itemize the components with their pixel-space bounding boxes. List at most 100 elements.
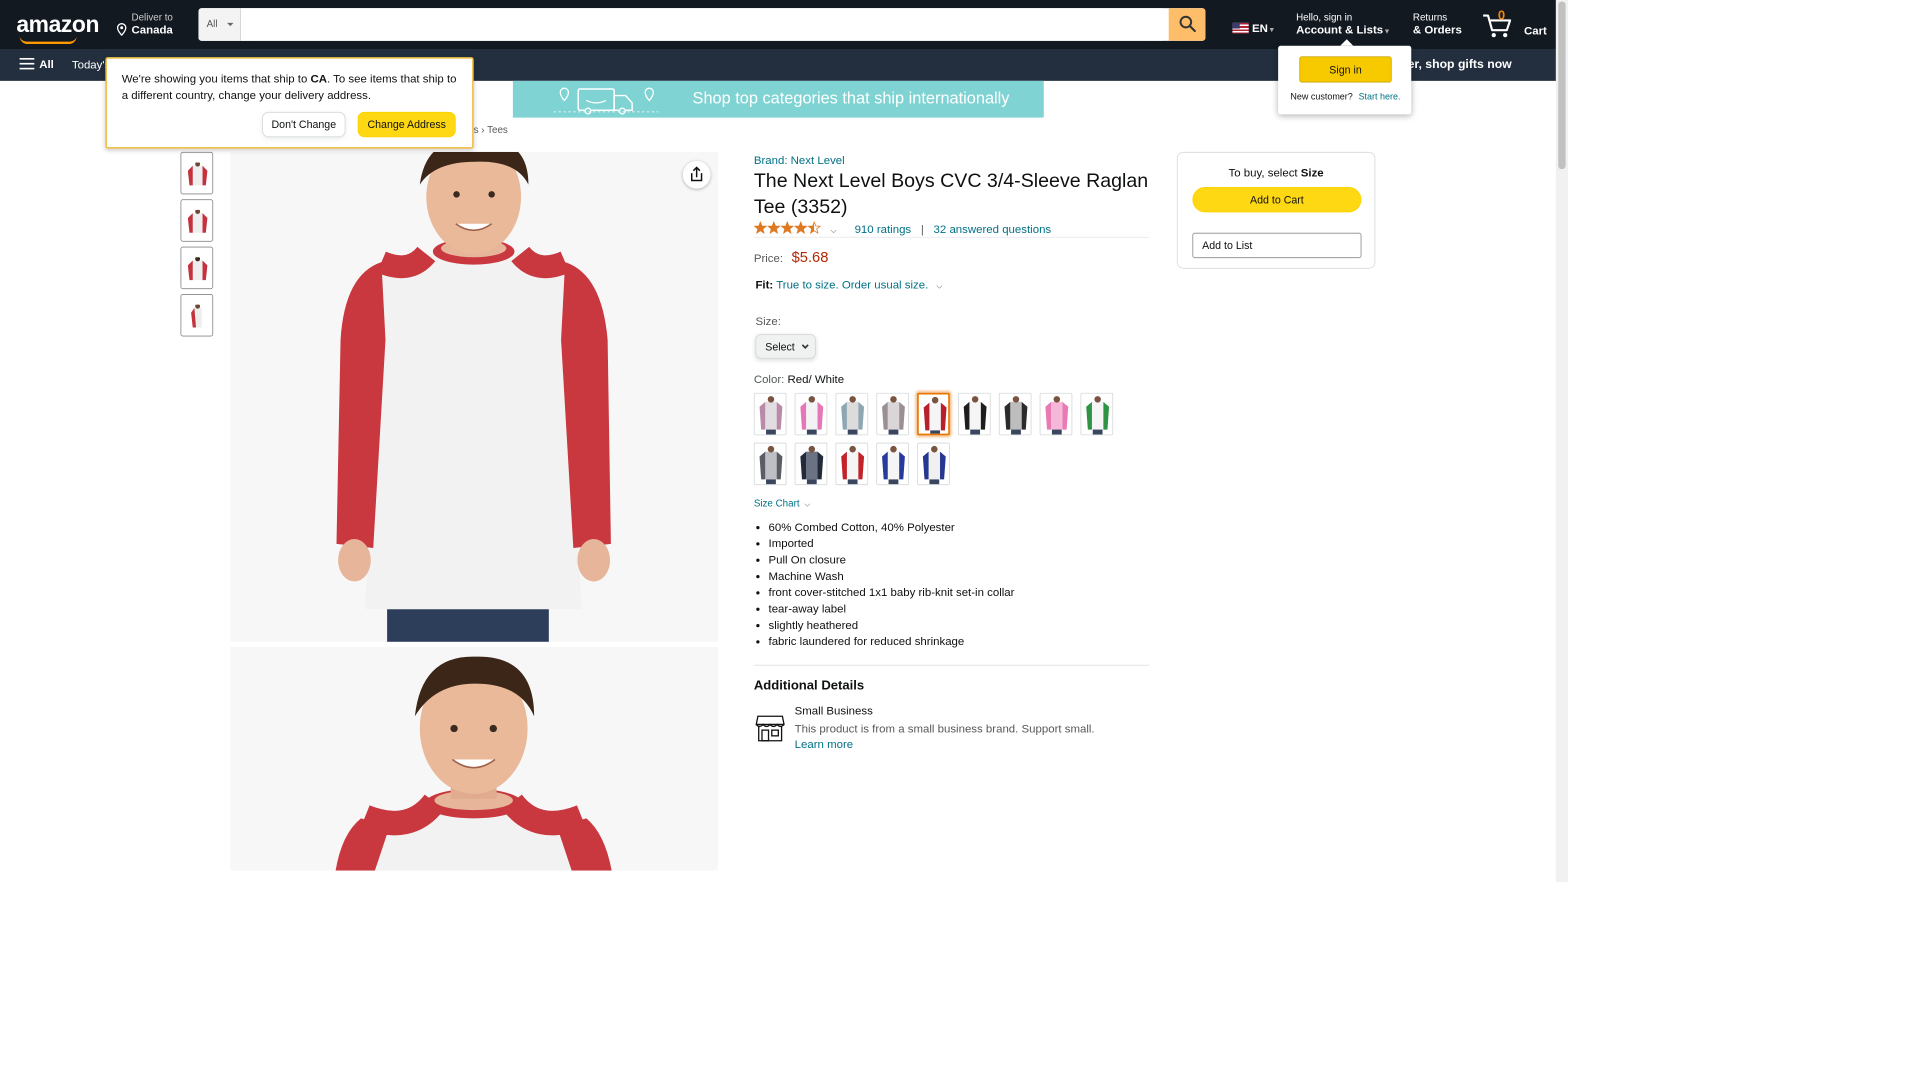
shirt-swatch-icon (841, 396, 865, 435)
add-to-cart-button[interactable]: Add to Cart (1192, 187, 1362, 213)
product-title: The Next Level Boys CVC 3/4-Sleeve Ragla… (753, 169, 1149, 219)
color-swatch[interactable] (753, 392, 787, 436)
change-address-button[interactable]: Change Address (357, 111, 456, 138)
color-swatch[interactable] (794, 442, 828, 486)
new-customer-label: New customer? (1290, 92, 1353, 103)
top-nav: amazon Deliver to Canada All EN ▾ Hello,… (0, 0, 1569, 50)
shirt-swatch-icon (800, 445, 824, 485)
shirt-swatch-icon (923, 396, 947, 434)
logo-text: amazon (16, 11, 100, 37)
dont-change-button[interactable]: Don't Change (262, 111, 346, 138)
search-button[interactable] (1168, 8, 1206, 41)
secondary-product-image[interactable] (230, 646, 718, 871)
breadcrumb-tail[interactable]: s › Tees (474, 124, 508, 135)
color-row: Color: Red/ White (754, 372, 844, 385)
shirt-swatch-icon (963, 396, 987, 435)
buy-box-title: To buy, select Size (1178, 166, 1375, 179)
color-swatch[interactable] (835, 442, 869, 486)
search-category-dropdown[interactable]: All (198, 8, 241, 41)
account-lists[interactable]: Hello, sign in Account & Lists ▾ (1296, 11, 1389, 36)
flyout-arrow (1340, 39, 1354, 46)
location-pin-icon (116, 23, 127, 36)
shirt-thumbnail-icon (191, 304, 202, 328)
star-icon (807, 220, 822, 234)
language-label: EN (1252, 21, 1268, 35)
color-swatch[interactable] (917, 392, 950, 436)
color-swatch[interactable] (876, 392, 909, 436)
thumbnail-2[interactable] (180, 199, 214, 242)
search-icon (1179, 15, 1196, 32)
color-swatch[interactable] (957, 392, 991, 436)
divider (753, 664, 1150, 666)
buy-box: To buy, select Size Add to Cart Add to L… (1176, 151, 1376, 269)
color-swatch[interactable] (835, 392, 869, 436)
size-dropdown[interactable]: Select (755, 334, 816, 359)
small-business-description: This product is from a small business br… (794, 721, 1095, 736)
deliver-country: Canada (131, 22, 173, 36)
chevron-down-icon[interactable]: ⌵ (830, 226, 836, 235)
cart-link[interactable]: 0 Cart (1481, 7, 1555, 43)
list-item: slightly heathered (769, 617, 1015, 633)
account-greeting: Hello, sign in (1296, 11, 1353, 23)
new-customer-row: New customer? Start here. (1290, 92, 1400, 102)
star-rating-icon[interactable] (753, 220, 822, 237)
ship-to-popover: We're showing you items that ship to CA.… (105, 57, 474, 149)
list-item: Machine Wash (769, 568, 1015, 584)
color-swatch[interactable] (917, 442, 950, 486)
list-item: tear-away label (769, 600, 1015, 616)
brand-link[interactable]: Brand: Next Level (754, 154, 845, 167)
language-selector[interactable]: EN ▾ (1232, 21, 1274, 35)
deliver-to[interactable]: Deliver to Canada (116, 11, 173, 36)
shirt-swatch-icon (1004, 396, 1028, 435)
search-bar: All (198, 8, 1206, 41)
buy-box-title-prefix: To buy, select (1228, 165, 1301, 179)
price-label: Price: (753, 251, 784, 265)
color-label: Color: (753, 372, 785, 386)
answered-questions-link[interactable]: 32 answered questions (934, 222, 1052, 235)
boy-raglan-tee-image (230, 151, 718, 642)
signin-button[interactable]: Sign in (1299, 56, 1392, 83)
color-swatch[interactable] (998, 392, 1032, 436)
thumbnail-4[interactable] (180, 294, 214, 337)
all-menu-button[interactable]: All (19, 57, 54, 70)
star-icon (766, 220, 781, 234)
amazon-logo[interactable]: amazon (16, 11, 100, 45)
hamburger-icon (19, 57, 35, 70)
size-chart-link[interactable]: Size Chart ⌵ (754, 497, 810, 508)
price-row: Price: $5.68 (754, 249, 829, 266)
ship-country-code: CA (310, 71, 328, 85)
shirt-swatch-icon (759, 396, 783, 435)
color-value: Red/ White (787, 372, 845, 386)
learn-more-link[interactable]: Learn more (795, 737, 853, 750)
chevron-down-icon[interactable]: ⌵ (936, 282, 942, 291)
search-input[interactable] (240, 8, 1163, 41)
page: amazon Deliver to Canada All EN ▾ Hello,… (0, 0, 1569, 883)
fit-label: Fit: (755, 277, 774, 291)
caret-down-icon: ▾ (1267, 25, 1274, 34)
color-swatch[interactable] (876, 442, 909, 486)
ratings-count-link[interactable]: 910 ratings (855, 222, 912, 235)
shirt-swatch-icon (759, 445, 783, 485)
page-scrollbar[interactable] (1555, 0, 1569, 883)
main-product-image[interactable] (230, 151, 718, 642)
fit-value-link[interactable]: True to size. Order usual size. (776, 278, 928, 291)
add-to-list-button[interactable]: Add to List (1192, 232, 1362, 259)
color-swatch[interactable] (1080, 392, 1114, 436)
star-icon (753, 220, 768, 234)
chevron-down-icon (801, 341, 809, 349)
cart-count: 0 (1497, 8, 1506, 23)
scrollbar-thumb[interactable] (1558, 1, 1566, 170)
returns-orders[interactable]: Returns & Orders (1413, 11, 1462, 36)
color-swatch[interactable] (753, 442, 787, 486)
color-swatch[interactable] (1039, 392, 1073, 436)
start-here-link[interactable]: Start here. (1359, 92, 1401, 102)
international-shipping-banner[interactable]: Shop top categories that ship internatio… (512, 80, 1044, 118)
list-item: 60% Combed Cotton, 40% Polyester (769, 519, 1015, 535)
color-swatch[interactable] (794, 392, 828, 436)
thumbnail-3[interactable] (180, 246, 214, 290)
shirt-swatch-icon (800, 396, 824, 435)
breadcrumb[interactable]: s › Tees (474, 124, 508, 135)
share-button[interactable] (682, 160, 711, 189)
size-chart-label: Size Chart (753, 497, 800, 509)
thumbnail-1[interactable] (180, 151, 214, 195)
